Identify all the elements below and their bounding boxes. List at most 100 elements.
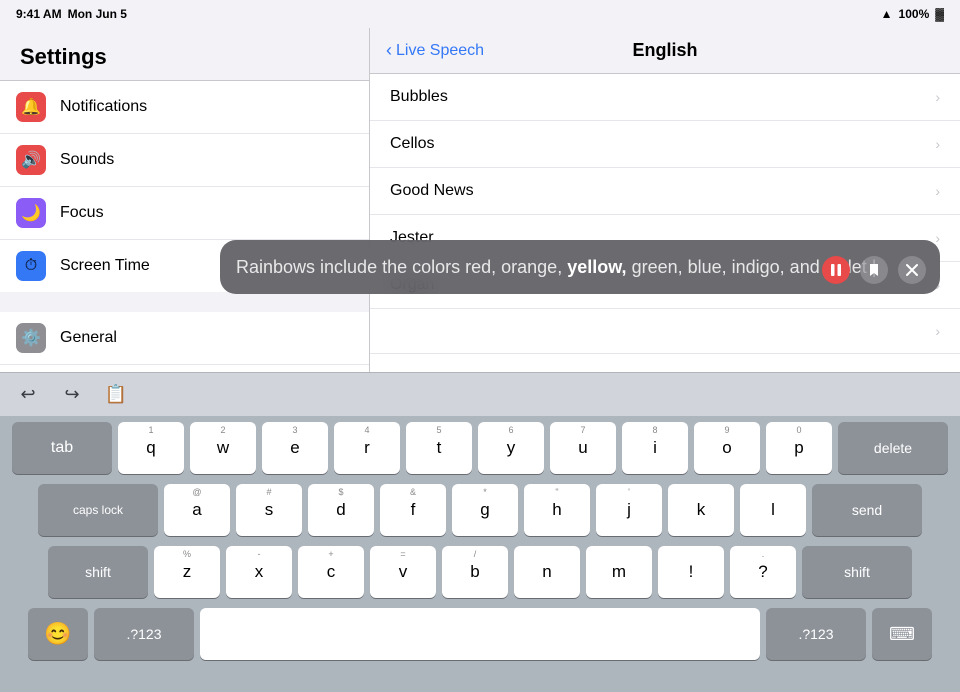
space-key[interactable] [200, 608, 760, 660]
settings-title: Settings [0, 28, 369, 81]
t-key[interactable]: 5 t [406, 422, 472, 474]
b-num: / [442, 549, 508, 559]
n-key[interactable]: n [514, 546, 580, 598]
r-key[interactable]: 4 r [334, 422, 400, 474]
t-label: t [437, 438, 442, 458]
u-key[interactable]: 7 u [550, 422, 616, 474]
wifi-icon: ▲ [881, 7, 893, 21]
g-key[interactable]: * g [452, 484, 518, 536]
s-key[interactable]: # s [236, 484, 302, 536]
m-key[interactable]: m [586, 546, 652, 598]
voice-chevron-icon: › [935, 89, 940, 105]
p-key[interactable]: 0 p [766, 422, 832, 474]
redo-button[interactable]: ↪ [56, 379, 88, 411]
m-label: m [612, 562, 626, 582]
voice-item-cellos[interactable]: Cellos › [370, 121, 960, 168]
l-label: l [771, 500, 775, 520]
status-right: ▲ 100% ▓ [881, 7, 944, 21]
bottom-key-row: 😊 .?123 .?123 ⌨ [4, 608, 956, 660]
e-label: e [290, 438, 299, 458]
q-key[interactable]: 1 q [118, 422, 184, 474]
notifications-icon: 🔔 [16, 92, 46, 122]
numeric-key-right[interactable]: .?123 [766, 608, 866, 660]
r-num: 4 [334, 425, 400, 435]
status-time: 9:41 AM [16, 7, 62, 21]
p-label: p [794, 438, 803, 458]
i-label: i [653, 438, 657, 458]
x-key[interactable]: - x [226, 546, 292, 598]
caps-lock-label: caps lock [73, 503, 123, 517]
b-key[interactable]: / b [442, 546, 508, 598]
voice-chevron-icon: › [935, 323, 940, 339]
exclaim-key[interactable]: ! [658, 546, 724, 598]
voice-chevron-icon: › [935, 136, 940, 152]
z-key[interactable]: % z [154, 546, 220, 598]
notifications-label: Notifications [60, 98, 353, 116]
u-label: u [578, 438, 587, 458]
sidebar-item-focus[interactable]: 🌙 Focus [0, 187, 369, 240]
bubble-text-bold: yellow, [567, 257, 626, 277]
shift-left-label: shift [85, 564, 111, 580]
bubble-save-button[interactable] [860, 256, 888, 284]
voice-item-good-news[interactable]: Good News › [370, 168, 960, 215]
question-key[interactable]: . ? [730, 546, 796, 598]
voice-item-6[interactable]: › [370, 309, 960, 354]
status-bar: 9:41 AM Mon Jun 5 ▲ 100% ▓ [0, 0, 960, 28]
section-gap [0, 292, 369, 312]
sidebar-item-sounds[interactable]: 🔊 Sounds [0, 134, 369, 187]
screen-time-icon: ⏱ [16, 251, 46, 281]
c-key[interactable]: + c [298, 546, 364, 598]
close-icon [906, 264, 918, 276]
sidebar-item-notifications[interactable]: 🔔 Notifications [0, 81, 369, 134]
numeric-key-left[interactable]: .?123 [94, 608, 194, 660]
a-num: @ [164, 487, 230, 497]
shift-key-right[interactable]: shift [802, 546, 912, 598]
back-chevron-icon: ‹ [386, 40, 392, 61]
f-label: f [411, 500, 416, 520]
status-left: 9:41 AM Mon Jun 5 [16, 7, 127, 21]
keyboard-rows: tab 1 q 2 w 3 e 4 r 5 t 6 [0, 416, 960, 664]
l-key[interactable]: l [740, 484, 806, 536]
w-label: w [217, 438, 229, 458]
y-key[interactable]: 6 y [478, 422, 544, 474]
h-key[interactable]: " h [524, 484, 590, 536]
paste-button[interactable]: 📋 [100, 379, 132, 411]
sidebar-item-general[interactable]: ⚙️ General [0, 312, 369, 365]
d-key[interactable]: $ d [308, 484, 374, 536]
j-num: ' [596, 487, 662, 497]
key-row-2: caps lock @ a # s $ d & f * g [4, 484, 956, 536]
k-key[interactable]: k [668, 484, 734, 536]
voice-item-bubbles[interactable]: Bubbles › [370, 74, 960, 121]
z-label: z [183, 562, 192, 582]
live-speech-bubble[interactable]: Rainbows include the colors red, orange,… [220, 240, 940, 294]
caps-lock-key[interactable]: caps lock [38, 484, 158, 536]
b-label: b [470, 562, 479, 582]
delete-key[interactable]: delete [838, 422, 948, 474]
v-key[interactable]: = v [370, 546, 436, 598]
w-key[interactable]: 2 w [190, 422, 256, 474]
undo-button[interactable]: ↩ [12, 379, 44, 411]
numeric-key-left-label: .?123 [126, 626, 161, 642]
j-key[interactable]: ' j [596, 484, 662, 536]
numeric-key-right-label: .?123 [798, 626, 833, 642]
keyboard-icon-key[interactable]: ⌨ [872, 608, 932, 660]
focus-icon: 🌙 [16, 198, 46, 228]
tab-key-label: tab [51, 439, 73, 457]
h-label: h [552, 500, 561, 520]
back-button[interactable]: ‹ Live Speech [386, 40, 484, 61]
send-key[interactable]: send [812, 484, 922, 536]
shift-right-label: shift [844, 564, 870, 580]
bubble-pause-button[interactable] [822, 256, 850, 284]
tab-key[interactable]: tab [12, 422, 112, 474]
f-key[interactable]: & f [380, 484, 446, 536]
delete-key-label: delete [874, 440, 912, 456]
i-key[interactable]: 8 i [622, 422, 688, 474]
bubble-close-button[interactable] [898, 256, 926, 284]
shift-key-left[interactable]: shift [48, 546, 148, 598]
e-key[interactable]: 3 e [262, 422, 328, 474]
o-key[interactable]: 9 o [694, 422, 760, 474]
bubble-text-normal: Rainbows include the colors red, orange, [236, 257, 567, 277]
emoji-key[interactable]: 😊 [28, 608, 88, 660]
a-key[interactable]: @ a [164, 484, 230, 536]
c-label: c [327, 562, 336, 582]
